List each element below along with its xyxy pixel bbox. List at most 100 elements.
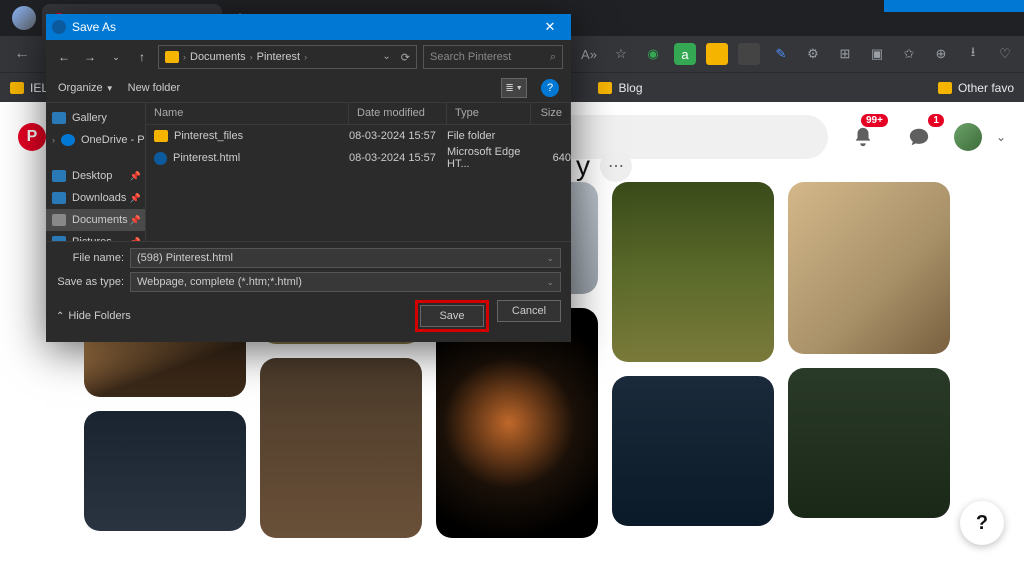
bookmark-other[interactable]: Other favo [938,81,1014,95]
notifications-button[interactable]: 99+ [842,116,884,158]
chevron-right-icon: › [183,52,186,62]
organize-menu[interactable]: Organize ▼ [58,82,114,94]
folder-icon [10,82,24,94]
dialog-title: Save As [72,20,116,34]
dialog-bottom: File name: (598) Pinterest.html⌄ Save as… [46,241,571,342]
profile-avatar-icon[interactable] [12,6,36,30]
chevron-right-icon: › [250,52,253,62]
hide-folders-toggle[interactable]: ⌃Hide Folders [56,310,131,322]
ext-misc-icon[interactable]: ⊕ [930,43,952,65]
extensions-row: A» ☆ ◉ a ✎ ⚙ ⊞ ▣ ✩ ⊕ ⭳ ♡ [578,43,1016,65]
chevron-down-icon[interactable]: ⌄ [546,277,554,288]
chat-icon [908,126,930,148]
back-button[interactable]: ← [8,40,36,68]
chevron-right-icon: › [304,52,307,62]
tree-desktop[interactable]: Desktop📌 [46,165,145,187]
more-options-button[interactable]: ⋯ [600,150,632,182]
save-as-dialog: Save As ✕ ← → ⌄ ↑ › Documents › Pinteres… [46,14,571,342]
search-icon: ⌕ [550,51,556,64]
pin-icon: 📌 [130,171,141,182]
file-list: Name Date modified Type Size Pinterest_f… [146,103,571,241]
breadcrumb[interactable]: › Documents › Pinterest › ⌄ ⟳ [158,45,417,69]
downloads-icon[interactable]: ⭳ [962,43,984,65]
help-icon[interactable]: ? [541,79,559,97]
close-dialog-button[interactable]: ✕ [535,19,565,35]
collections-icon[interactable]: ▣ [866,43,888,65]
page-title-fragment: y [576,150,590,182]
nav-back-button[interactable]: ← [54,47,74,67]
new-folder-button[interactable]: New folder [128,82,181,94]
pin-image[interactable] [84,411,246,531]
nav-up-button[interactable]: ↑ [132,47,152,67]
chevron-up-icon: ⌃ [56,311,64,322]
col-size[interactable]: Size [531,103,571,124]
pin-icon: 📌 [130,215,141,226]
reading-mode-icon[interactable]: A» [578,43,600,65]
pin-image[interactable] [612,182,774,362]
save-type-label: Save as type: [56,276,130,288]
folder-tree: Gallery ›OneDrive - Perso Desktop📌 Downl… [46,103,146,241]
file-name-label: File name: [56,252,130,264]
pin-image[interactable] [612,376,774,526]
edge-icon [52,20,66,34]
col-type[interactable]: Type [447,103,531,124]
pin-image[interactable] [788,182,950,354]
window-controls-strip [884,0,1024,12]
file-list-header[interactable]: Name Date modified Type Size [146,103,571,125]
notification-badge: 99+ [861,114,888,127]
tree-pictures[interactable]: Pictures📌 [46,231,145,241]
cancel-button[interactable]: Cancel [497,300,561,322]
tree-documents[interactable]: Documents📌 [46,209,145,231]
file-row[interactable]: Pinterest.html 08-03-2024 15:57 Microsof… [146,147,571,169]
messages-button[interactable]: 1 [898,116,940,158]
shield-icon[interactable]: ◉ [642,43,664,65]
pinterest-logo-icon[interactable]: P [18,123,46,151]
nav-forward-button[interactable]: → [80,47,100,67]
folder-icon [598,82,612,94]
dialog-search-input[interactable]: Search Pinterest ⌕ [423,45,563,69]
view-mode-button[interactable]: ≣ ▼ [501,78,527,98]
file-name-input[interactable]: (598) Pinterest.html⌄ [130,248,561,268]
pin-image[interactable] [436,308,598,538]
save-button-highlight: Save [415,300,489,332]
col-name[interactable]: Name [146,103,349,124]
ext-dark-icon[interactable] [738,43,760,65]
help-fab[interactable]: ? [960,501,1004,545]
pin-image[interactable] [788,368,950,518]
chevron-down-icon[interactable]: ⌄ [382,51,390,64]
folder-icon [938,82,952,94]
save-type-select[interactable]: Webpage, complete (*.htm;*.html)⌄ [130,272,561,292]
dialog-nav-bar: ← → ⌄ ↑ › Documents › Pinterest › ⌄ ⟳ Se… [46,40,571,74]
chevron-down-icon[interactable]: ⌄ [546,253,554,264]
dialog-toolbar: Organize ▼ New folder ≣ ▼ ? [46,74,571,102]
dialog-body: Gallery ›OneDrive - Perso Desktop📌 Downl… [46,102,571,241]
ext-settings-icon[interactable]: ⚙ [802,43,824,65]
ext-pen-icon[interactable]: ✎ [770,43,792,65]
file-row[interactable]: Pinterest_files 08-03-2024 15:57 File fo… [146,125,571,147]
pin-image[interactable] [260,358,422,538]
tree-onedrive[interactable]: ›OneDrive - Perso [46,129,145,151]
dialog-titlebar[interactable]: Save As ✕ [46,14,571,40]
favorites-icon[interactable]: ✩ [898,43,920,65]
extensions-menu-icon[interactable]: ⊞ [834,43,856,65]
refresh-icon[interactable]: ⟳ [401,51,410,64]
folder-icon [154,130,168,142]
pin-icon: 📌 [130,193,141,204]
tree-downloads[interactable]: Downloads📌 [46,187,145,209]
ext-green-icon[interactable]: a [674,43,696,65]
bell-icon [852,126,874,148]
pin-icon: 📌 [130,237,141,242]
crumb-documents[interactable]: Documents [190,51,246,63]
bookmark-blog[interactable]: Blog [598,81,642,95]
crumb-pinterest[interactable]: Pinterest [257,51,300,63]
ext-orange-icon[interactable] [706,43,728,65]
star-icon[interactable]: ☆ [610,43,632,65]
heart-icon[interactable]: ♡ [994,43,1016,65]
edge-file-icon [154,152,167,165]
user-avatar[interactable] [954,123,982,151]
save-button[interactable]: Save [420,305,484,327]
nav-recent-button[interactable]: ⌄ [106,47,126,67]
col-date[interactable]: Date modified [349,103,447,124]
chevron-down-icon[interactable]: ⌄ [996,130,1006,144]
tree-gallery[interactable]: Gallery [46,107,145,129]
